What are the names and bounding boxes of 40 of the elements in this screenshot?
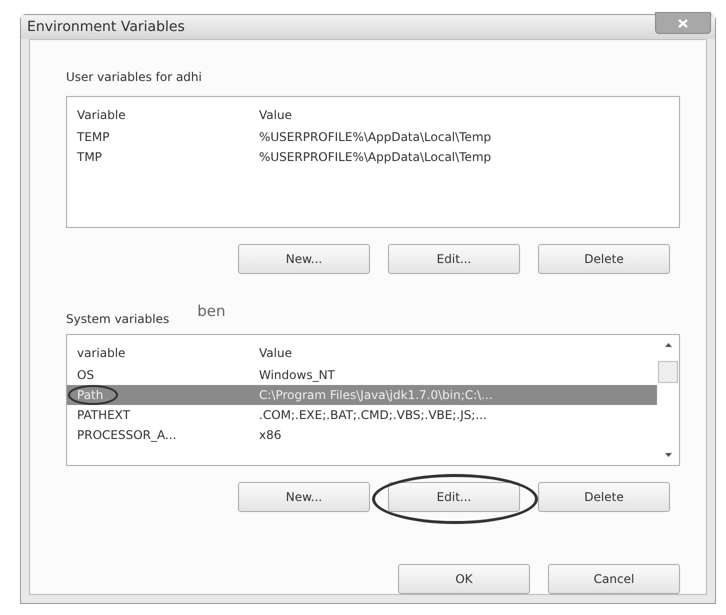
close-button[interactable] — [655, 12, 711, 34]
dialog-button[interactable]: Edit... — [388, 244, 520, 274]
value-cell: %USERPROFILE%\AppData\Local\Temp — [259, 130, 492, 144]
dialog-button[interactable]: Delete — [538, 482, 670, 512]
dialog-button[interactable]: Delete — [538, 244, 670, 274]
column-header[interactable]: variable — [77, 346, 259, 360]
dialog-button[interactable]: New... — [238, 482, 370, 512]
section-label: User variables for adhi — [66, 70, 203, 84]
value-cell: x86 — [259, 428, 282, 442]
column-header[interactable]: Value — [259, 108, 292, 122]
value-cell: Windows_NT — [259, 368, 335, 382]
section-label: System variables — [66, 312, 170, 326]
list-box[interactable]: variable Value OS Windows_NT Path C:\Program Files\Java\jdk1.7.0\bin;C:\... PATHEXT .COM;.EXE;.BAT;.CMD;.VBS;.VBE;.JS;... PROCESSOR_A... x86 — [66, 334, 680, 466]
window-title: Environment Variables — [27, 19, 185, 35]
value-cell: .COM;.EXE;.BAT;.CMD;.VBS;.VBE;.JS;... — [259, 408, 487, 422]
list-row[interactable]: OS Windows_NT — [67, 365, 657, 385]
scroll-down-icon[interactable] — [664, 453, 672, 457]
list-row[interactable]: PATHEXT .COM;.EXE;.BAT;.CMD;.VBS;.VBE;.JS;... — [67, 405, 657, 425]
list-row[interactable]: TMP %USERPROFILE%\AppData\Local\Temp — [67, 147, 679, 167]
value-cell: C:\Program Files\Java\jdk1.7.0\bin;C:\... — [259, 388, 493, 402]
dialog-button[interactable]: Edit... — [388, 482, 520, 512]
handwritten-note: ben — [197, 302, 226, 320]
column-header[interactable]: Variable — [77, 108, 259, 122]
list-row[interactable]: TEMP %USERPROFILE%\AppData\Local\Temp — [67, 127, 679, 147]
dialog-button[interactable]: New... — [238, 244, 370, 274]
variable-cell: OS — [77, 368, 94, 382]
dialog-button[interactable]: OK — [398, 564, 530, 594]
variable-cell: PROCESSOR_A... — [77, 428, 176, 442]
variable-cell: Path — [77, 388, 104, 402]
list-row[interactable]: PROCESSOR_A... x86 — [67, 425, 657, 445]
variable-cell: PATHEXT — [77, 408, 130, 422]
list-box[interactable]: Variable Value TEMP %USERPROFILE%\AppData\Local\Temp TMP %USERPROFILE%\AppData\Local\Temp — [66, 96, 680, 228]
variable-cell: TEMP — [77, 130, 110, 144]
column-header[interactable]: Value — [259, 346, 292, 360]
dialog-button[interactable]: Cancel — [548, 564, 680, 594]
scroll-up-icon[interactable] — [664, 343, 672, 347]
scroll-thumb[interactable] — [658, 361, 678, 383]
close-icon — [678, 18, 688, 28]
variable-cell: TMP — [77, 150, 102, 164]
value-cell: %USERPROFILE%\AppData\Local\Temp — [259, 150, 492, 164]
